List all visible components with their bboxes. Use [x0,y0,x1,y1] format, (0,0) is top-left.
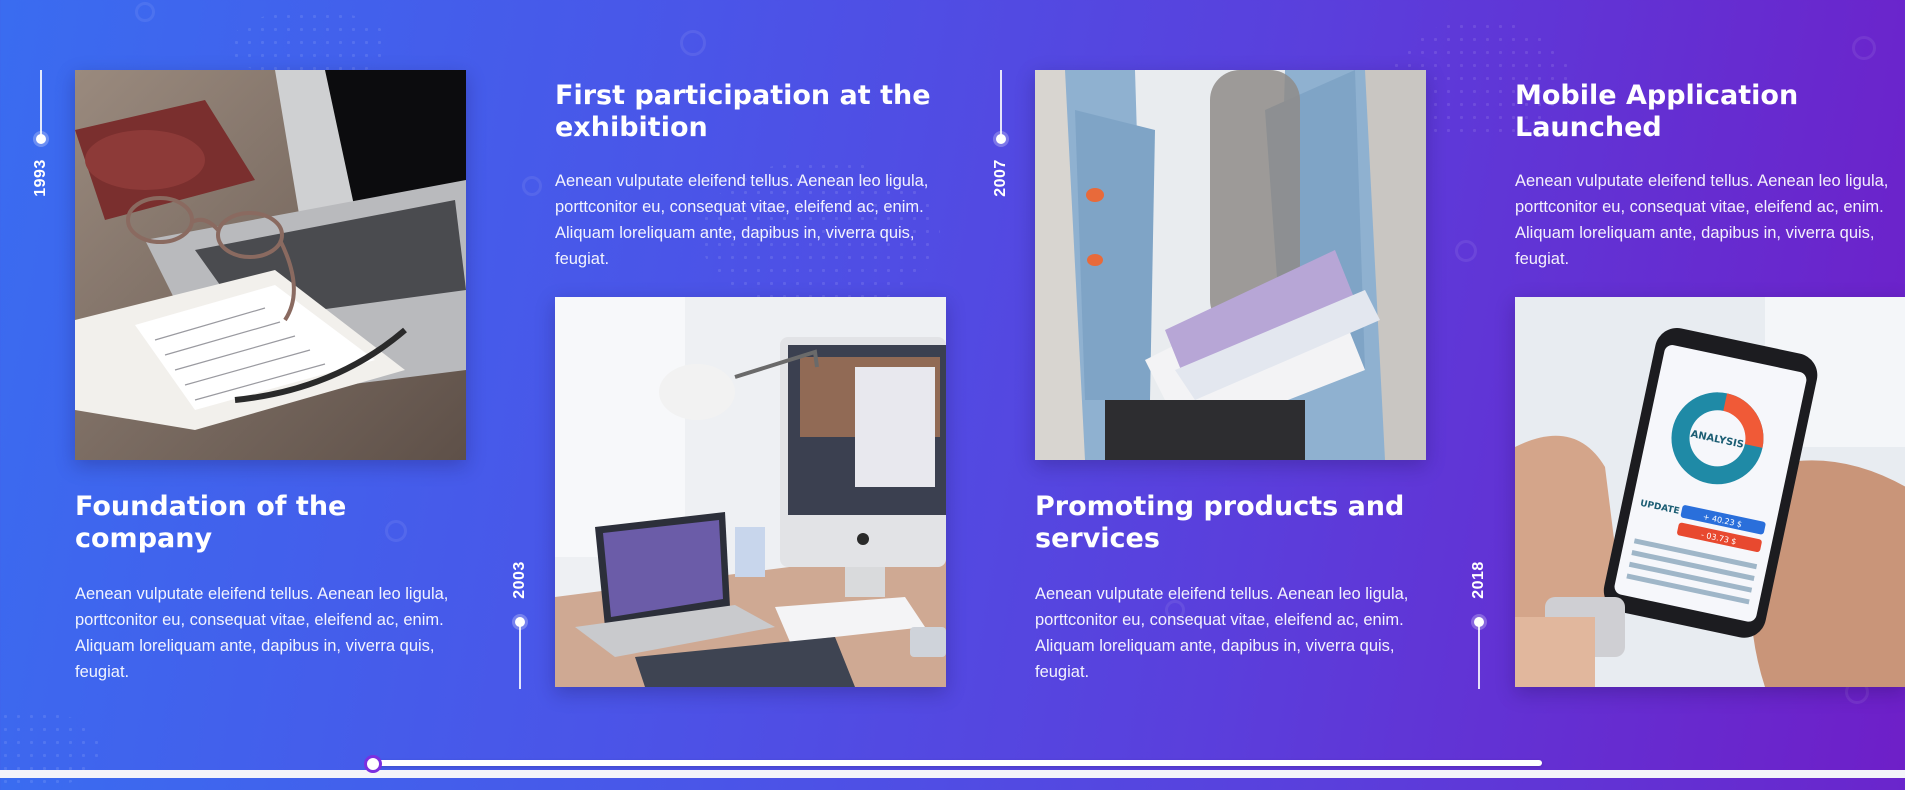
timeline-scrollbar-track[interactable] [370,760,1542,766]
year-label: 2018 [1470,561,1487,599]
student-with-books-photo [1035,70,1426,460]
year-label: 1993 [32,159,49,197]
timeline-connector [1478,625,1480,689]
timeline-item-title: Promoting products and services [1035,491,1405,554]
timeline-connector [1000,70,1002,138]
timeline-item-description: Aenean vulputate eleifend tellus. Aenean… [555,172,929,268]
year-label: 2003 [511,561,528,599]
timeline-dot[interactable] [996,134,1006,144]
hands-holding-smartphone-photo: ANALYSIS UPDATE + 40.23 $ - 03.73 $ [1515,297,1905,687]
timeline-connector [519,625,521,689]
timeline-item-description: Aenean vulputate eleifend tellus. Aenean… [75,585,449,681]
year-label: 2007 [992,159,1009,197]
timeline-item-title: Mobile Application Launched [1515,80,1799,143]
timeline-item-description: Aenean vulputate eleifend tellus. Aenean… [1515,172,1889,268]
timeline-dot[interactable] [36,134,46,144]
laptop-notebook-glasses-photo [75,70,466,460]
timeline-item-title: First participation at the exhibition [555,80,931,143]
desk-imac-laptop-lamp-photo [555,297,946,687]
page-bottom-strip [0,770,1905,778]
timeline-item-title: Foundation of the company [75,491,347,554]
timeline-connector [40,70,42,138]
timeline-item-description: Aenean vulputate eleifend tellus. Aenean… [1035,585,1409,681]
timeline-scrollbar-thumb[interactable] [364,755,382,773]
